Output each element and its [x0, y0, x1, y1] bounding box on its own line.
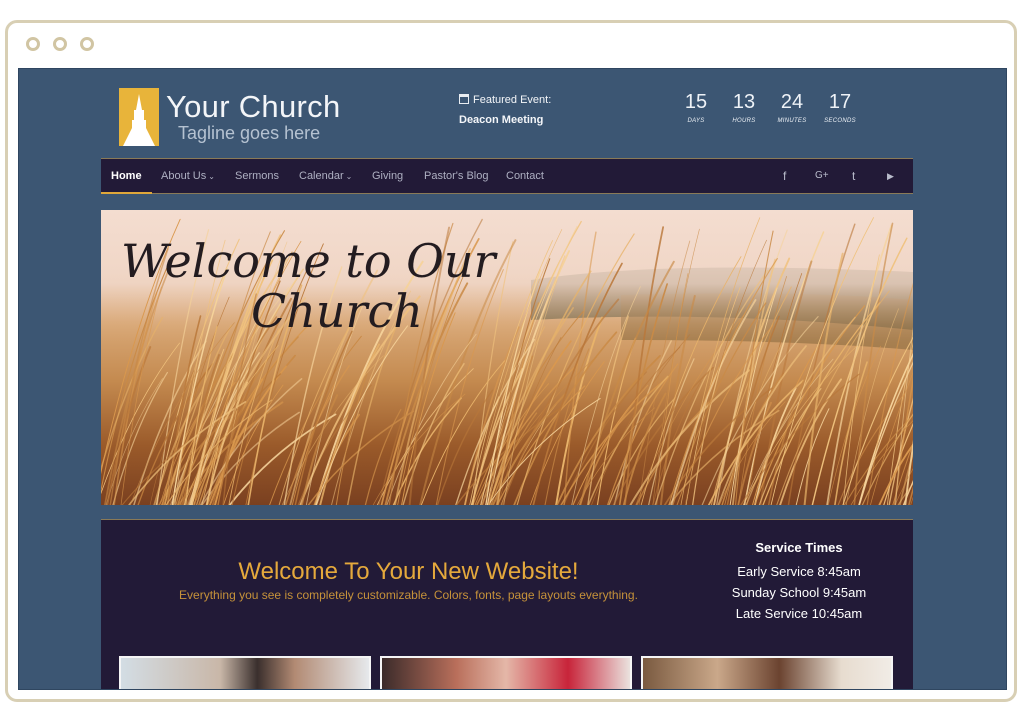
countdown-seconds: 17 SECONDS — [821, 91, 859, 124]
countdown-label: MINUTES — [777, 118, 807, 124]
main-nav: Home About Us ⌄ Sermons Calendar ⌄ Giving … — [101, 158, 913, 194]
countdown-hours: 13 HOURS — [729, 91, 759, 124]
hero-line-1: Welcome to Our — [121, 234, 496, 288]
nav-label: Calendar — [299, 170, 344, 182]
countdown-label: HOURS — [732, 118, 756, 124]
window-dot-icon[interactable] — [53, 37, 67, 51]
photo-thumbnail[interactable] — [119, 656, 371, 689]
nav-label: Contact — [506, 170, 544, 182]
nav-item-sermons[interactable]: Sermons — [235, 159, 279, 193]
nav-label: Sermons — [235, 170, 280, 182]
welcome-subtitle: Everything you see is completely customi… — [179, 588, 638, 602]
countdown-label: DAYS — [687, 118, 705, 124]
service-time-line: Late Service 10:45am — [735, 606, 863, 621]
nav-item-home[interactable]: Home — [101, 159, 151, 194]
welcome-title: Welcome To Your New Website! — [238, 558, 579, 585]
nav-item-calendar[interactable]: Calendar ⌄ — [299, 159, 352, 193]
nav-label: Pastor's Blog — [424, 170, 489, 182]
featured-event-name[interactable]: Deacon Meeting — [459, 114, 543, 126]
countdown-value: 17 — [828, 91, 852, 113]
site-tagline: Tagline goes here — [178, 123, 321, 143]
countdown-minutes: 24 MINUTES — [773, 91, 811, 124]
youtube-icon[interactable]: ▶ — [887, 159, 894, 193]
hero-banner: Welcome to Our Church — [101, 210, 913, 505]
service-time-line: Early Service 8:45am — [737, 564, 861, 579]
nav-label: Home — [111, 170, 142, 182]
nav-item-about-us[interactable]: About Us ⌄ — [161, 159, 215, 193]
countdown-days: 15 DAYS — [681, 91, 711, 124]
google-plus-icon[interactable]: G+ — [815, 159, 829, 193]
chevron-down-icon: ⌄ — [208, 172, 215, 181]
nav-label: Giving — [372, 170, 404, 182]
twitter-icon[interactable]: t — [852, 159, 855, 193]
countdown-value: 24 — [780, 91, 804, 113]
window-controls — [26, 37, 94, 51]
facebook-icon[interactable]: f — [783, 159, 786, 193]
nav-item-contact[interactable]: Contact — [506, 159, 544, 193]
countdown-label: SECONDS — [824, 118, 856, 124]
service-times-heading: Service Times — [755, 540, 843, 555]
nav-label: About Us — [161, 170, 207, 182]
website-viewport: Your Church Tagline goes here Featured E… — [18, 68, 1007, 690]
steeple-icon — [123, 94, 155, 146]
hero-heading: Welcome to Our Church — [121, 236, 496, 336]
chevron-down-icon: ⌄ — [345, 172, 353, 181]
church-logo[interactable] — [119, 88, 159, 146]
welcome-panel: Welcome To Your New Website! Everything … — [101, 519, 913, 689]
featured-event-label-text: Featured Event: — [473, 94, 552, 106]
window-dot-icon[interactable] — [80, 37, 94, 51]
photo-thumbnail[interactable] — [641, 656, 893, 689]
site-title[interactable]: Your Church — [166, 89, 340, 125]
service-time-line: Sunday School 9:45am — [731, 585, 867, 600]
nav-item-pastors-blog[interactable]: Pastor's Blog — [424, 159, 488, 193]
nav-item-giving[interactable]: Giving — [372, 159, 403, 193]
countdown-value: 13 — [732, 91, 756, 113]
photo-thumbnail[interactable] — [380, 656, 632, 689]
calendar-icon — [459, 94, 469, 104]
window-dot-icon[interactable] — [26, 37, 40, 51]
hero-line-2: Church — [251, 284, 423, 338]
featured-event-label: Featured Event: — [459, 94, 551, 106]
service-times: Service Times Early Service 8:45am Sunda… — [699, 540, 899, 624]
countdown-value: 15 — [684, 91, 708, 113]
